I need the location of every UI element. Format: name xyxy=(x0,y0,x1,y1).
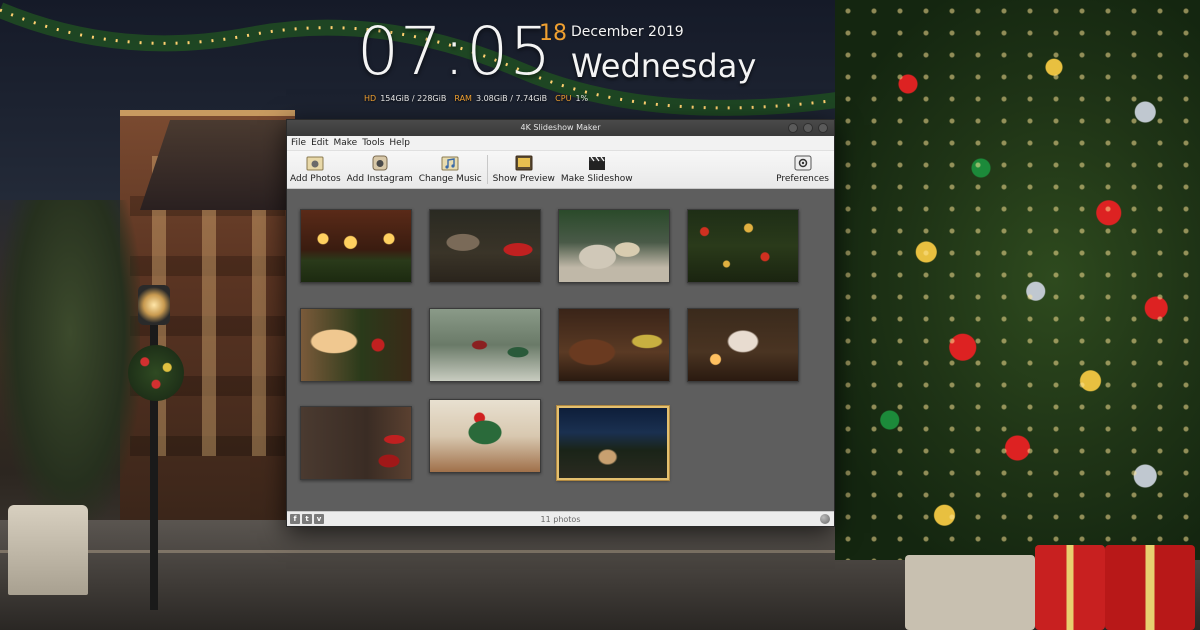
vimeo-icon[interactable]: v xyxy=(314,514,324,524)
hanging-planter xyxy=(128,345,184,401)
change-music-label: Change Music xyxy=(418,174,482,184)
street-tree xyxy=(0,200,140,530)
preview-icon xyxy=(515,155,533,171)
preferences-label: Preferences xyxy=(776,174,829,184)
status-bar: f t v 11 photos xyxy=(287,511,834,526)
photo-thumbnail-nutcracker[interactable] xyxy=(429,308,541,382)
photo-thumbnail-snowy-night[interactable] xyxy=(557,406,669,480)
minimize-button[interactable] xyxy=(788,123,798,133)
photo-thumbnail-wrapped-gifts[interactable] xyxy=(300,406,412,480)
menu-file[interactable]: File xyxy=(291,136,306,151)
add-instagram-label: Add Instagram xyxy=(346,174,413,184)
street-lamp-light xyxy=(138,285,170,325)
hd-value: 154GiB / 228GiB xyxy=(380,94,447,103)
hd-usage: HD 154GiB / 228GiB xyxy=(364,94,446,103)
menu-help[interactable]: Help xyxy=(389,136,410,151)
add-photos-label: Add Photos xyxy=(290,174,341,184)
photo-grid xyxy=(287,189,834,511)
street-lamp-post xyxy=(150,290,158,610)
change-music-button[interactable]: Change Music xyxy=(416,151,485,188)
cpu-value: 1% xyxy=(575,94,589,103)
cpu-label: CPU xyxy=(555,94,572,103)
gift-box xyxy=(1035,545,1105,630)
photo-thumbnail-candles[interactable] xyxy=(300,209,412,283)
photo-thumbnail-ornaments[interactable] xyxy=(687,209,799,283)
tree-lights xyxy=(835,0,1200,560)
photo-thumbnail-room[interactable] xyxy=(558,308,670,382)
clock-weekday: Wednesday xyxy=(571,47,757,85)
add-photos-button[interactable]: Add Photos xyxy=(287,151,344,188)
window-controls xyxy=(788,123,828,133)
close-button[interactable] xyxy=(818,123,828,133)
music-icon xyxy=(441,156,459,171)
maximize-button[interactable] xyxy=(803,123,813,133)
clock-time: 07:05 xyxy=(357,13,553,90)
toolbar-separator xyxy=(486,155,488,184)
make-slideshow-label: Make Slideshow xyxy=(560,174,633,184)
cpu-usage: CPU 1% xyxy=(555,94,588,103)
menu-tools[interactable]: Tools xyxy=(362,136,384,151)
slideshow-maker-window: 4K Slideshow Maker File Edit Make Tools … xyxy=(286,119,835,527)
trash-bins xyxy=(8,505,88,595)
toolbar: Add Photos Add Instagram Change Music Sh… xyxy=(287,151,834,189)
clock-month-year: December 2019 xyxy=(571,24,684,40)
show-preview-label: Show Preview xyxy=(492,174,555,184)
social-links: f t v xyxy=(290,514,324,524)
system-monitor: HD 154GiB / 228GiB RAM 3.08GiB / 7.74GiB C… xyxy=(364,94,588,103)
clock-day: 18 xyxy=(539,21,567,46)
globe-icon[interactable] xyxy=(820,514,830,524)
show-preview-button[interactable]: Show Preview xyxy=(490,151,558,188)
photo-count: 11 photos xyxy=(540,514,581,524)
facebook-icon[interactable]: f xyxy=(290,514,300,524)
photo-thumbnail-cat[interactable] xyxy=(429,209,541,283)
clapperboard-icon xyxy=(588,156,605,170)
instagram-icon xyxy=(372,155,388,171)
crate xyxy=(905,555,1035,630)
menu-bar: File Edit Make Tools Help xyxy=(287,136,834,151)
hd-label: HD xyxy=(364,94,377,103)
ram-value: 3.08GiB / 7.74GiB xyxy=(475,94,548,103)
ram-label: RAM xyxy=(454,94,472,103)
add-instagram-button[interactable]: Add Instagram xyxy=(344,151,416,188)
preferences-icon xyxy=(794,155,812,171)
photo-thumbnail-gifts[interactable] xyxy=(558,209,670,283)
preferences-button[interactable]: Preferences xyxy=(773,151,832,188)
gift-box xyxy=(1105,545,1195,630)
window-title: 4K Slideshow Maker xyxy=(520,123,601,132)
menu-edit[interactable]: Edit xyxy=(311,136,328,151)
photo-thumbnail-wreath[interactable] xyxy=(429,399,541,473)
photo-thumbnail-card[interactable] xyxy=(687,308,799,382)
ram-usage: RAM 3.08GiB / 7.74GiB xyxy=(454,94,547,103)
window-titlebar[interactable]: 4K Slideshow Maker xyxy=(287,120,834,136)
add-photos-icon xyxy=(306,156,324,171)
make-slideshow-button[interactable]: Make Slideshow xyxy=(558,151,636,188)
photo-thumbnail-window[interactable] xyxy=(300,308,412,382)
twitter-icon[interactable]: t xyxy=(302,514,312,524)
menu-make[interactable]: Make xyxy=(334,136,358,151)
